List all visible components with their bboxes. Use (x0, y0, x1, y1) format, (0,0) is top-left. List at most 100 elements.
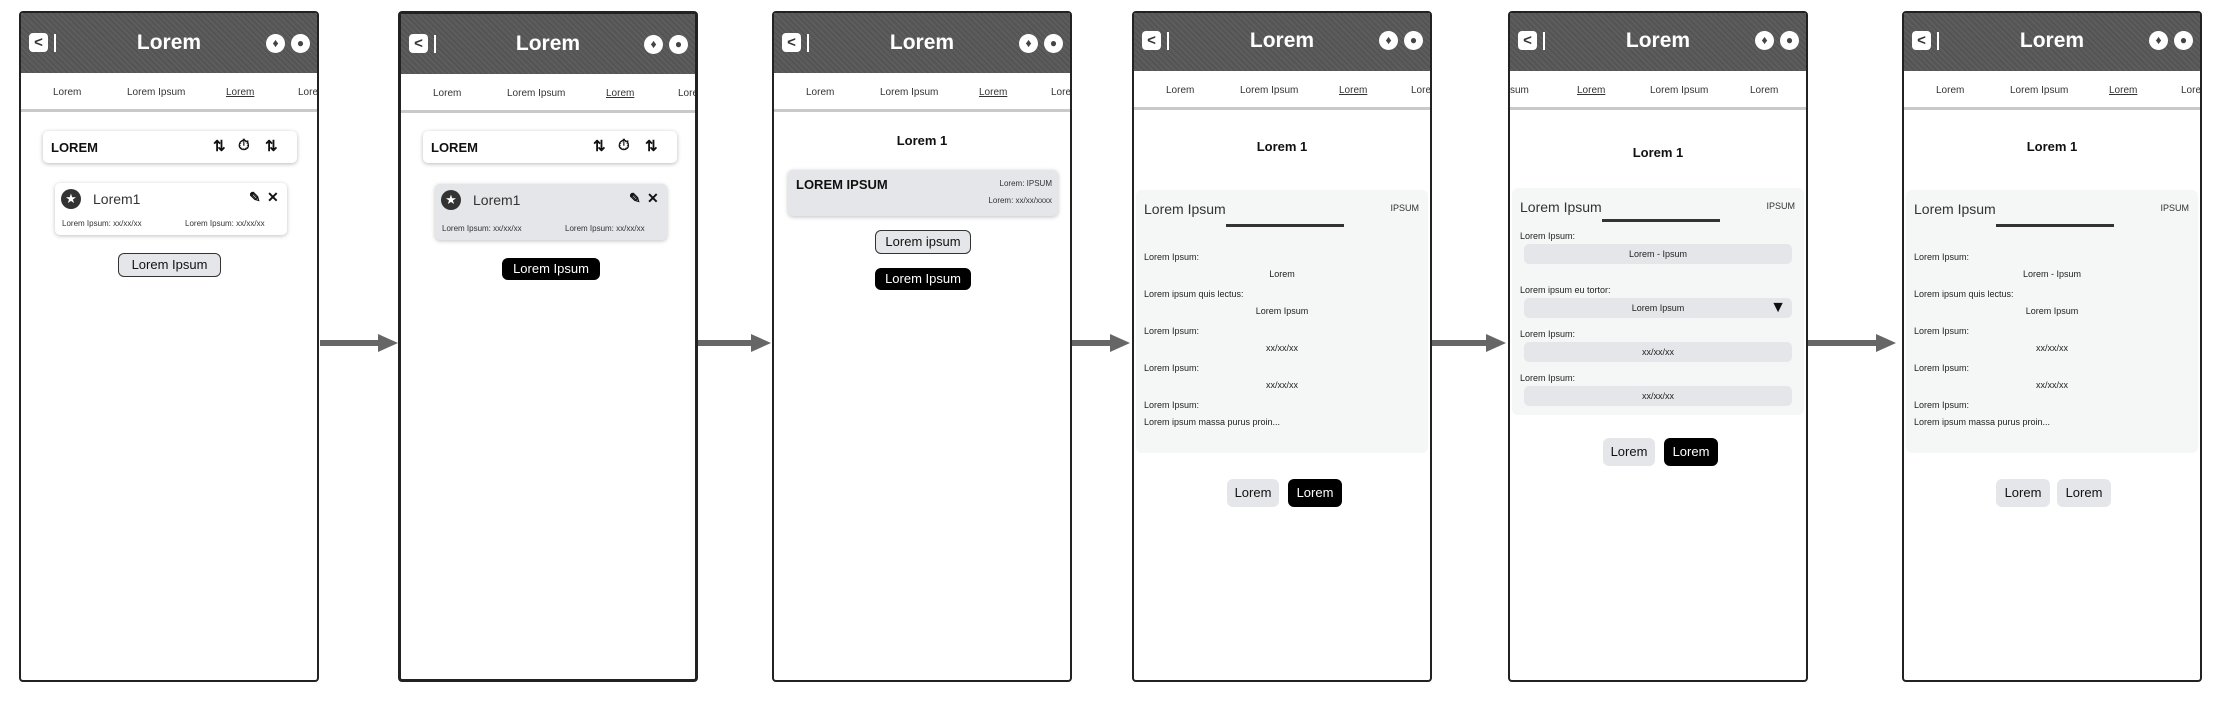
tab-lorem-ipsum[interactable]: Lorem Ipsum (127, 87, 185, 98)
detail-heading: Lorem 1 (1632, 145, 1684, 160)
tab-lorem[interactable]: Lorem (433, 88, 461, 99)
panel-title: Lorem Ipsum (1520, 199, 1602, 215)
date-input-2[interactable]: xx/xx/xx (1524, 386, 1792, 406)
field-value: xx/xx/xx (2035, 380, 2068, 390)
flow-arrow-5 (1808, 340, 1878, 346)
tab-lorem-active[interactable]: Lorem (979, 87, 1007, 98)
app-header: < Lorem ♦ ● (1510, 13, 1806, 73)
field-label: Lorem Ipsum: (1144, 400, 1200, 410)
panel-tag: IPSUM (2160, 203, 2189, 213)
tab-lorem-ipsum[interactable]: Lorem Ipsum (1240, 85, 1298, 96)
tab-sum[interactable]: sum (1510, 85, 1529, 96)
close-icon[interactable]: ✕ (647, 190, 659, 207)
lorem-right-button[interactable]: Lorem (1664, 438, 1718, 466)
sort-numeric-reverse-icon[interactable]: ⇅ (265, 137, 278, 155)
field-label: Lorem Ipsum: (1144, 363, 1200, 373)
tab-lore[interactable]: Lore (1051, 87, 1070, 98)
app-header: < Lorem ♦ ● (1904, 13, 2200, 73)
field-value: xx/xx/xx (2035, 343, 2068, 353)
bell-icon[interactable]: ♦ (1755, 31, 1774, 50)
triangle-down-icon[interactable]: ▼ (1770, 298, 1786, 318)
tab-lorem[interactable]: Lorem (806, 87, 834, 98)
user-icon[interactable]: ● (2174, 31, 2193, 50)
item-name: Lorem1 (93, 191, 141, 207)
tab-bar: Lorem Lorem Ipsum Lorem Lore (774, 73, 1070, 112)
tab-lorem[interactable]: Lorem (53, 87, 81, 98)
tab-lorem-active[interactable]: Lorem (1339, 85, 1367, 96)
list-item-selected[interactable]: ★ Lorem1 ✎ ✕ Lorem Ipsum: xx/xx/xx Lorem… (435, 184, 667, 240)
lorem-left-button[interactable]: Lorem (1227, 479, 1279, 507)
user-icon[interactable]: ● (1404, 31, 1423, 50)
lorem-right-button[interactable]: Lorem (1288, 479, 1342, 507)
detail-panel: Lorem Ipsum IPSUM Lorem Ipsum: Lorem - I… (1906, 190, 2198, 453)
tab-lorem-ipsum[interactable]: Lorem Ipsum (2010, 85, 2068, 96)
date-input-1[interactable]: xx/xx/xx (1524, 342, 1792, 362)
tab-lorem[interactable]: Lorem (1750, 85, 1778, 96)
field-label: Lorem ipsum eu tortor: (1520, 285, 1611, 295)
edit-icon[interactable]: ✎ (249, 189, 261, 206)
tab-lorem-ipsum[interactable]: Lorem Ipsum (1650, 85, 1708, 96)
sort-numeric-icon[interactable]: ⇅ (213, 137, 226, 155)
timer-icon[interactable]: ⏱ (238, 137, 250, 154)
tab-lorem[interactable]: Lorem (1166, 85, 1194, 96)
item-meta-left: Lorem Ipsum: xx/xx/xx (442, 224, 522, 233)
field-label: Lorem Ipsum: (1914, 363, 1970, 373)
tab-lorem-ipsum[interactable]: Lorem Ipsum (880, 87, 938, 98)
summary-card[interactable]: LOREM IPSUM Lorem: IPSUM Lorem: xx/xx/xx… (788, 170, 1058, 216)
tab-lorem-ipsum[interactable]: Lorem Ipsum (507, 88, 565, 99)
flow-arrow-2 (698, 340, 753, 346)
item-meta-right: Lorem Ipsum: xx/xx/xx (565, 224, 645, 233)
tab-lorem[interactable]: Lorem (1936, 85, 1964, 96)
field-value: xx/xx/xx (1265, 343, 1298, 353)
tab-lore[interactable]: Lore (678, 88, 695, 99)
lorem-ipsum-button[interactable]: Lorem Ipsum (502, 258, 600, 280)
bell-icon[interactable]: ♦ (1019, 34, 1038, 53)
sort-numeric-icon[interactable]: ⇅ (593, 137, 606, 155)
tab-lorem-active[interactable]: Lorem (1577, 85, 1605, 96)
item-meta-left: Lorem Ipsum: xx/xx/xx (62, 219, 142, 228)
app-header: < Lorem ♦ ● (401, 14, 695, 74)
lorem-ipsum-black-button[interactable]: Lorem Ipsum (875, 268, 971, 290)
item-name: Lorem1 (473, 192, 521, 208)
screen-3: < Lorem ♦ ● Lorem Lorem Ipsum Lorem Lore… (772, 11, 1072, 682)
tab-lore[interactable]: Lore (2181, 85, 2200, 96)
list-item[interactable]: ★ Lorem1 ✎ ✕ Lorem Ipsum: xx/xx/xx Lorem… (55, 183, 287, 235)
field-label: Lorem Ipsum: (1914, 252, 1970, 262)
user-icon[interactable]: ● (1044, 34, 1063, 53)
bell-icon[interactable]: ♦ (644, 35, 663, 54)
lorem-ipsum-button[interactable]: Lorem Ipsum (118, 253, 221, 277)
sort-label: LOREM (51, 140, 98, 155)
tab-bar: Lorem Lorem Ipsum Lorem Lore (1904, 71, 2200, 110)
timer-icon[interactable]: ⏱ (618, 137, 630, 154)
summary-r1: Lorem: IPSUM (999, 179, 1052, 188)
tab-lorem-active[interactable]: Lorem (226, 87, 254, 98)
edit-icon[interactable]: ✎ (629, 190, 641, 207)
tab-lorem-active[interactable]: Lorem (2109, 85, 2137, 96)
lorem-right-button[interactable]: Lorem (2057, 479, 2111, 507)
tab-lore[interactable]: Lore (1411, 85, 1430, 96)
flow-arrow-4 (1432, 340, 1488, 346)
field-label: Lorem Ipsum: (1520, 329, 1576, 339)
tab-lorem-active[interactable]: Lorem (606, 88, 634, 99)
lorem-ipsum-select[interactable]: Lorem Ipsum ▼ (1524, 298, 1792, 318)
tab-lore[interactable]: Lore (298, 87, 317, 98)
sort-numeric-reverse-icon[interactable]: ⇅ (645, 137, 658, 155)
select-value: Lorem Ipsum (1631, 303, 1685, 313)
close-icon[interactable]: ✕ (267, 189, 279, 206)
lorem-left-button[interactable]: Lorem (1603, 438, 1655, 466)
lorem-ipsum-input[interactable]: Lorem - Ipsum (1524, 244, 1792, 264)
screen-2: < Lorem ♦ ● Lorem Lorem Ipsum Lorem Lore… (398, 11, 698, 682)
lorem-left-button[interactable]: Lorem (1996, 479, 2050, 507)
user-icon[interactable]: ● (1780, 31, 1799, 50)
user-icon[interactable]: ● (669, 35, 688, 54)
field-label: Lorem Ipsum: (1914, 326, 1970, 336)
bell-icon[interactable]: ♦ (266, 34, 285, 53)
lorem-ipsum-outline-button[interactable]: Lorem ipsum (875, 230, 971, 254)
star-icon: ★ (61, 189, 81, 209)
user-icon[interactable]: ● (291, 34, 310, 53)
bell-icon[interactable]: ♦ (2149, 31, 2168, 50)
field-value: Lorem (1269, 269, 1295, 279)
flow-arrow-3 (1072, 340, 1112, 346)
arrowhead-1 (378, 334, 398, 352)
bell-icon[interactable]: ♦ (1379, 31, 1398, 50)
